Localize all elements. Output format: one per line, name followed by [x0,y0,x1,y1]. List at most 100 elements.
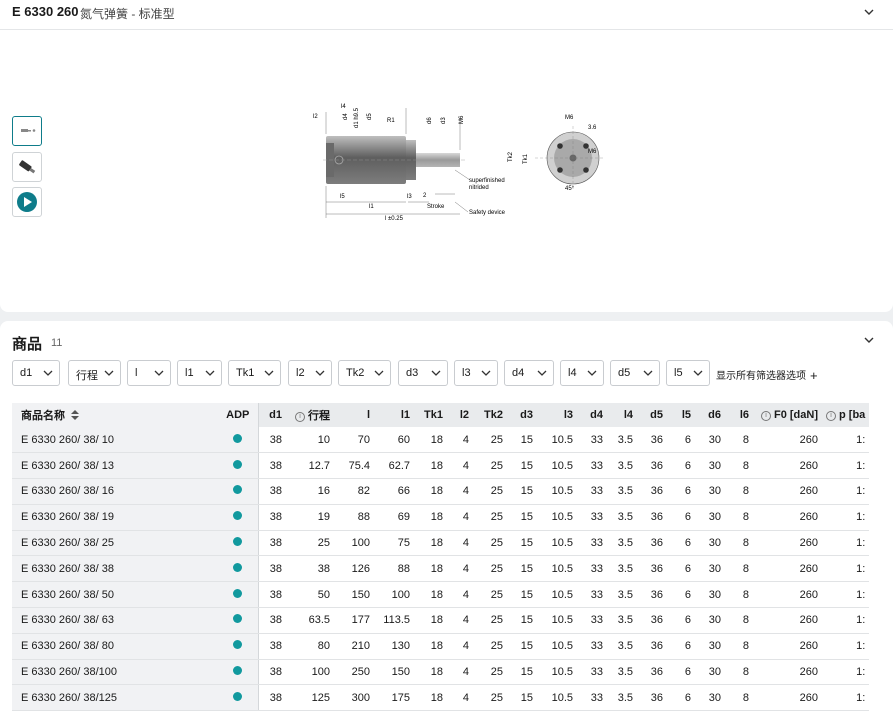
column-header-tk1[interactable]: Tk1 [414,403,447,427]
technical-drawing: l4 l2 d4 d1 h9.5 d5 R1 d6 d3 M6 l5 l3 2 … [313,104,605,222]
cell-f0: 260 [753,555,822,583]
cell-d6: 30 [695,555,725,583]
cell-d6: 30 [695,581,725,609]
table-row[interactable]: E 6330 260/ 38/125 38 125 300 175 18 4 25 15 10.5… [12,684,870,712]
column-header-d4[interactable]: d4 [577,403,607,427]
cell-l6: 8 [725,659,753,686]
table-row[interactable]: E 6330 260/ 38/ 16 38 16 82 66 18 4 25 15 10.5 33 3… [12,478,870,505]
chevron-down-icon[interactable] [862,333,876,347]
show-all-filters-button[interactable]: 显示所有筛选器选项 + [716,367,818,383]
cell-l4: 3.5 [607,607,637,634]
chevron-down-icon [43,370,53,376]
cell-name[interactable]: E 6330 260/ 38/ 25 [12,530,218,557]
table-row[interactable]: E 6330 260/ 38/ 63 38 63.5 177 113.5 18 4 25 15 1… [12,607,870,634]
sort-icon[interactable] [71,410,79,420]
column-header-d3[interactable]: d3 [507,403,537,427]
cell-name[interactable]: E 6330 260/ 38/ 10 [12,427,218,454]
table-row[interactable]: E 6330 260/ 38/ 38 38 38 126 88 18 4 25 15 10.5 33… [12,555,870,583]
filter-label: l3 [462,367,471,379]
filter-6[interactable]: Tk2 [338,360,391,386]
table-row[interactable]: E 6330 260/ 38/ 25 38 25 100 75 18 4 25 15 10.5 33… [12,530,870,557]
drawing-thumbnail[interactable] [12,116,42,146]
cell-stroke: 100 [286,659,334,686]
video-thumbnail[interactable] [12,187,42,217]
filter-10[interactable]: l4 [560,360,604,386]
column-header-label: l2 [459,409,469,421]
cell-d5: 36 [637,427,667,454]
filter-9[interactable]: d4 [504,360,554,386]
cell-l5: 6 [667,504,695,531]
table-row[interactable]: E 6330 260/ 38/100 38 100 250 150 18 4 25 15 10.5… [12,659,870,686]
table-row[interactable]: E 6330 260/ 38/ 10 38 10 70 60 18 4 25 15 10.5 33 3… [12,427,870,454]
column-header-l6[interactable]: l6 [725,403,753,427]
filter-4[interactable]: Tk1 [228,360,281,386]
filter-0[interactable]: d1 [12,360,60,386]
cell-tk1: 18 [414,607,447,634]
cell-l3: 10.5 [537,581,577,609]
column-header-l3[interactable]: l3 [537,403,577,427]
column-header-d1[interactable]: d1 [258,403,286,427]
info-icon[interactable]: i [826,411,836,421]
column-header-l5[interactable]: l5 [667,403,695,427]
chevron-down-icon [431,370,441,376]
filter-2[interactable]: l [127,360,171,386]
column-header-name[interactable]: 商品名称 [12,403,218,427]
cell-d6: 30 [695,530,725,557]
table-header-row: 商品名称 ADP d1 i 行程 l l1 Tk1 l2 Tk2 d3 l3 d4 l4 d5 l5 d6 l6 i… [12,403,870,427]
table-row[interactable]: E 6330 260/ 38/ 50 38 50 150 100 18 4 25 15 10.5 3… [12,581,870,609]
filter-5[interactable]: l2 [288,360,332,386]
filter-3[interactable]: l1 [177,360,222,386]
cell-name[interactable]: E 6330 260/ 38/ 50 [12,581,218,609]
cell-name[interactable]: E 6330 260/ 38/ 16 [12,478,218,505]
cell-d4: 33 [577,530,607,557]
column-header-l1[interactable]: l1 [374,403,414,427]
cell-p: 1: [822,659,870,686]
filter-12[interactable]: l5 [666,360,710,386]
cell-l6: 8 [725,452,753,480]
cell-name[interactable]: E 6330 260/ 38/ 13 [12,452,218,480]
label-m6-top: M6 [565,115,574,121]
column-header-l4[interactable]: l4 [607,403,637,427]
cell-name[interactable]: E 6330 260/ 38/ 38 [12,555,218,583]
cell-d1: 38 [258,581,286,609]
cell-tk1: 18 [414,684,447,712]
column-header-d6[interactable]: d6 [695,403,725,427]
cell-d6: 30 [695,452,725,480]
cell-f0: 260 [753,478,822,505]
label-stroke: Stroke [427,204,445,210]
cell-name[interactable]: E 6330 260/ 38/100 [12,659,218,686]
column-header-adp[interactable]: ADP [218,403,259,427]
filter-1[interactable]: 行程 [68,360,121,386]
column-header-label: Tk1 [424,409,443,421]
adp-cell [218,607,259,634]
column-header-f0[interactable]: i F0 [daN] [753,403,822,427]
adp-cell [218,530,259,557]
column-header-stroke[interactable]: i 行程 [286,403,334,427]
info-icon[interactable]: i [295,412,305,422]
cell-name[interactable]: E 6330 260/ 38/ 63 [12,607,218,634]
filter-7[interactable]: d3 [398,360,448,386]
cell-name[interactable]: E 6330 260/ 38/ 19 [12,504,218,531]
column-header-p[interactable]: ip [ba [822,403,870,427]
table-row[interactable]: E 6330 260/ 38/ 13 38 12.7 75.4 62.7 18 4 25 15 1… [12,452,870,480]
column-header-d5[interactable]: d5 [637,403,667,427]
product-photo-thumbnail[interactable] [12,152,42,182]
label-m6: M6 [459,115,465,124]
column-header-tk2[interactable]: Tk2 [473,403,507,427]
product-header[interactable]: E 6330 260 氮气弹簧 - 标准型 [0,0,893,30]
filter-11[interactable]: d5 [610,360,660,386]
cell-p: 1: [822,555,870,583]
cell-tk1: 18 [414,633,447,660]
cell-name[interactable]: E 6330 260/ 38/125 [12,684,218,712]
table-row[interactable]: E 6330 260/ 38/ 80 38 80 210 130 18 4 25 15 10.5 3… [12,633,870,660]
cell-l6: 8 [725,607,753,634]
column-header-l2[interactable]: l2 [447,403,473,427]
cell-l1: 88 [374,555,414,583]
column-header-label: Tk2 [484,409,503,421]
chevron-down-icon[interactable] [862,5,876,19]
info-icon[interactable]: i [761,411,771,421]
filter-8[interactable]: l3 [454,360,498,386]
column-header-l[interactable]: l [334,403,374,427]
table-row[interactable]: E 6330 260/ 38/ 19 38 19 88 69 18 4 25 15 10.5 33 3… [12,504,870,531]
cell-name[interactable]: E 6330 260/ 38/ 80 [12,633,218,660]
